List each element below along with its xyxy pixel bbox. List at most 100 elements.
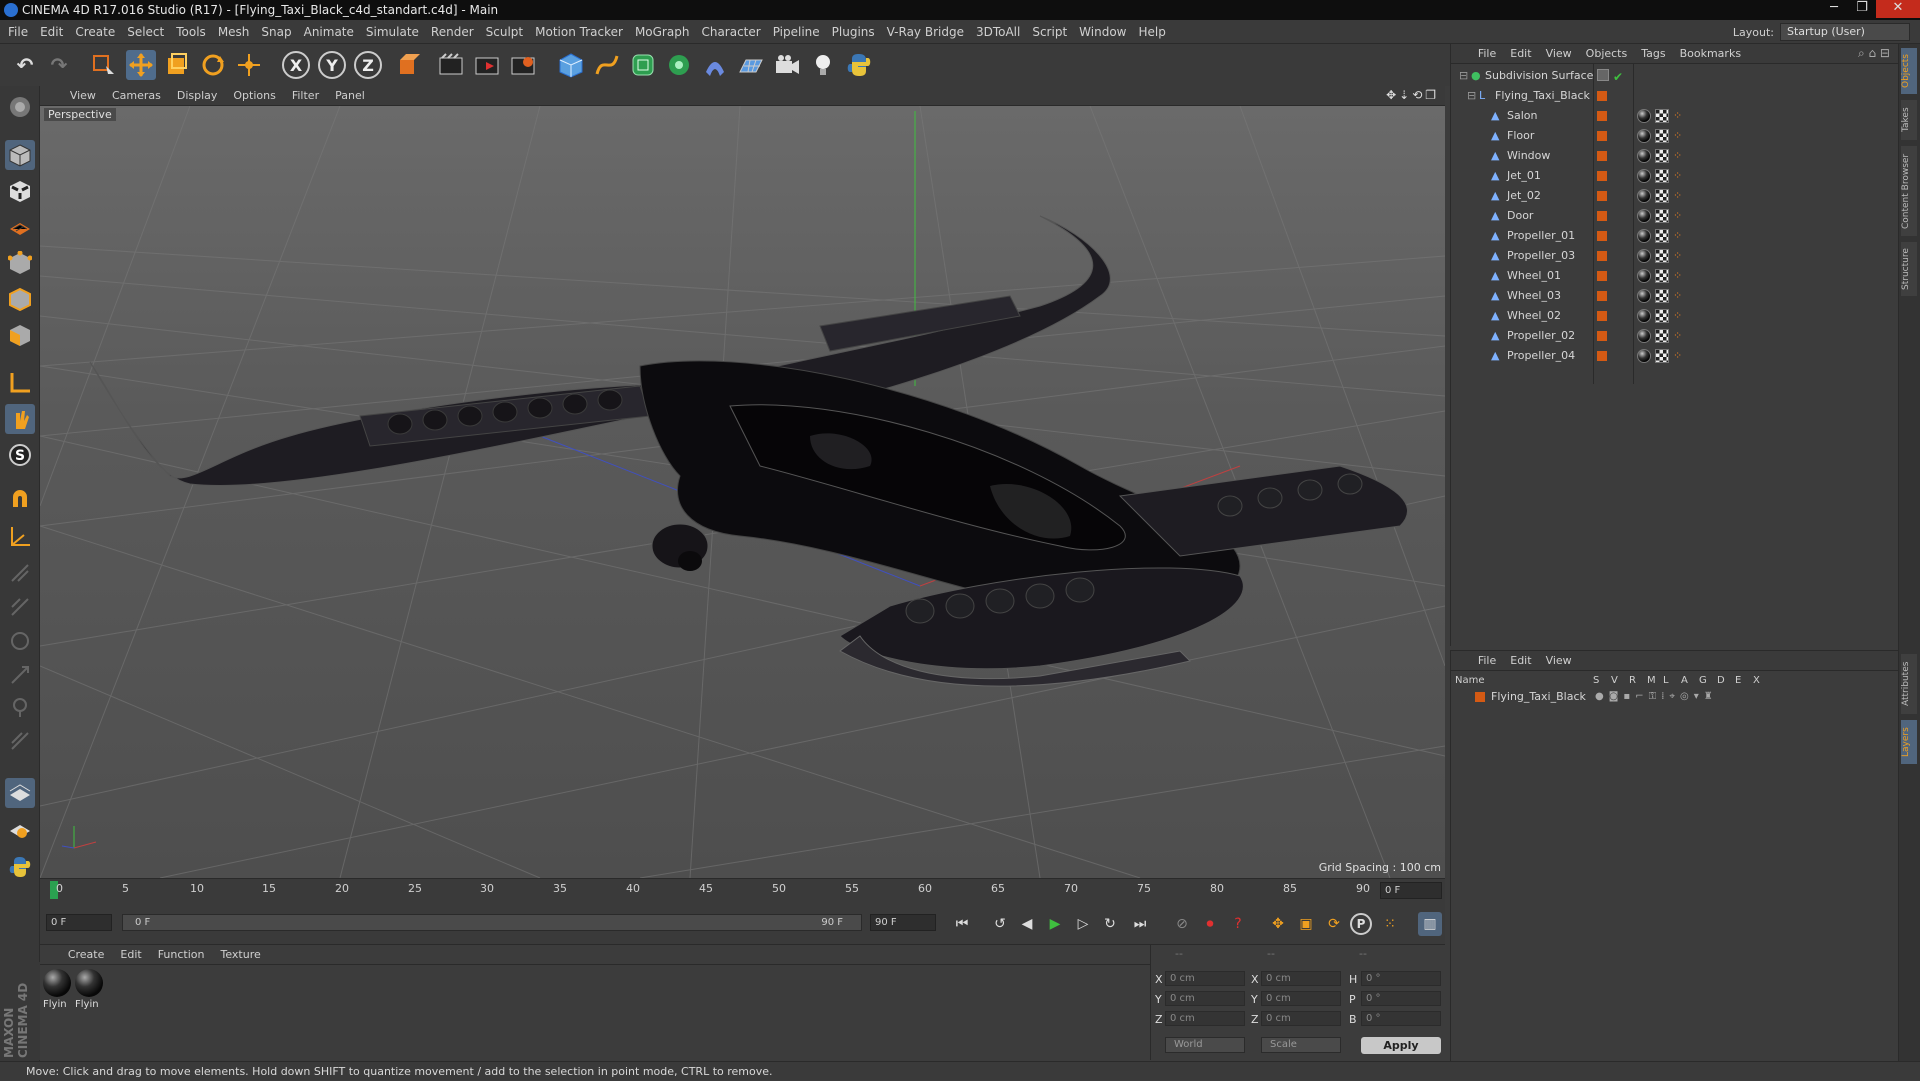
size-y-field[interactable]: 0 cm [1261, 991, 1341, 1006]
tree-row-object[interactable]: ▲ Wheel_02 ⁘ [1451, 306, 1899, 326]
material-swatch[interactable] [43, 969, 71, 997]
render-to-picture-viewer-icon[interactable] [472, 50, 502, 80]
menu-simulate[interactable]: Simulate [360, 20, 425, 44]
model-mode-icon[interactable] [5, 140, 35, 170]
viewport-menu-panel[interactable]: Panel [327, 86, 373, 106]
python-script-icon[interactable] [844, 50, 874, 80]
material-tag-icon[interactable] [1637, 309, 1651, 323]
phong-tag-icon[interactable]: ⁘ [1673, 130, 1683, 142]
phong-tag-icon[interactable]: ⁘ [1673, 350, 1683, 362]
tree-row-object[interactable]: ▲ Wheel_01 ⁘ [1451, 266, 1899, 286]
snapping-icon[interactable]: S [5, 440, 35, 470]
phong-tag-icon[interactable]: ⁘ [1673, 270, 1683, 282]
end-frame-display[interactable]: 0 F [1380, 882, 1442, 899]
layer-color-swatch[interactable] [1597, 351, 1607, 361]
rotate-workplane-icon[interactable] [5, 626, 35, 656]
column-header-expressions[interactable]: E [1735, 675, 1741, 686]
menu-mograph[interactable]: MoGraph [629, 20, 696, 44]
material-tag-icon[interactable] [1637, 189, 1651, 203]
tree-row-object[interactable]: ▲ Salon ⁘ [1451, 106, 1899, 126]
workplane-icon[interactable] [5, 522, 35, 552]
tree-row-object[interactable]: ▲ Jet_02 ⁘ [1451, 186, 1899, 206]
redo-icon[interactable]: ↷ [44, 50, 74, 80]
collapse-icon[interactable]: ⊟ [1459, 70, 1469, 81]
layer-flag-icons[interactable]: ●◙▪⌐⚿⁞⌖◎▾♜ [1595, 689, 1718, 705]
menu-render[interactable]: Render [425, 20, 480, 44]
viewport-menu-display[interactable]: Display [169, 86, 226, 106]
phong-tag-icon[interactable]: ⁘ [1673, 170, 1683, 182]
column-header-view[interactable]: V [1611, 675, 1618, 686]
lm-menu-edit[interactable]: Edit [1503, 651, 1538, 671]
tree-row-object[interactable]: ▲ Propeller_02 ⁘ [1451, 326, 1899, 346]
edges-mode-icon[interactable] [5, 284, 35, 314]
tab-structure[interactable]: Structure [1901, 242, 1917, 296]
soft-selection-icon[interactable] [5, 814, 35, 844]
om-menu-edit[interactable]: Edit [1503, 44, 1538, 64]
menu-sculpt[interactable]: Sculpt [480, 20, 529, 44]
layer-color-swatch[interactable] [1597, 151, 1607, 161]
pos-z-field[interactable]: 0 cm [1165, 1011, 1245, 1026]
move-tool-icon[interactable] [126, 50, 156, 80]
transform-tool-icon[interactable] [234, 50, 264, 80]
maximize-button[interactable]: ❐ [1848, 0, 1876, 18]
lm-menu-file[interactable]: File [1471, 651, 1503, 671]
material-tag-icon[interactable] [1637, 109, 1651, 123]
uvw-tag-icon[interactable] [1655, 129, 1669, 143]
uvw-tag-icon[interactable] [1655, 149, 1669, 163]
menu-create[interactable]: Create [69, 20, 121, 44]
tab-layers[interactable]: Layers [1901, 720, 1917, 764]
magnet-icon[interactable] [5, 486, 35, 516]
max-frame-field[interactable]: 90 F [870, 914, 936, 931]
key-scale-icon[interactable]: ▣ [1294, 912, 1318, 936]
goto-start-icon[interactable]: ⏮ [950, 912, 974, 936]
layer-color-swatch[interactable] [1597, 291, 1607, 301]
coordinate-system-icon[interactable] [392, 50, 422, 80]
menu-motion-tracker[interactable]: Motion Tracker [529, 20, 629, 44]
rot-b-field[interactable]: 0 ° [1361, 1011, 1441, 1026]
layer-color-swatch[interactable] [1597, 271, 1607, 281]
tree-row-object[interactable]: ▲ Propeller_01 ⁘ [1451, 226, 1899, 246]
layer-color-swatch[interactable] [1597, 311, 1607, 321]
menu-3dtoall[interactable]: 3DToAll [970, 20, 1026, 44]
pos-x-field[interactable]: 0 cm [1165, 971, 1245, 986]
spline-pen-icon[interactable] [592, 50, 622, 80]
tab-takes[interactable]: Takes [1901, 100, 1917, 140]
column-header-animation[interactable]: A [1681, 675, 1688, 686]
make-editable-icon[interactable] [5, 92, 35, 122]
close-button[interactable]: ✕ [1876, 0, 1920, 18]
key-parameter-icon[interactable]: P [1350, 913, 1372, 935]
menu-edit[interactable]: Edit [34, 20, 69, 44]
material-tag-icon[interactable] [1637, 129, 1651, 143]
render-settings-icon[interactable] [508, 50, 538, 80]
uvw-tag-icon[interactable] [1655, 349, 1669, 363]
phong-tag-icon[interactable]: ⁘ [1673, 110, 1683, 122]
minimize-button[interactable]: ─ [1820, 0, 1848, 18]
phong-tag-icon[interactable]: ⁘ [1673, 330, 1683, 342]
light-icon[interactable] [808, 50, 838, 80]
uvw-tag-icon[interactable] [1655, 269, 1669, 283]
size-z-field[interactable]: 0 cm [1261, 1011, 1341, 1026]
menu-snap[interactable]: Snap [255, 20, 297, 44]
phong-tag-icon[interactable]: ⁘ [1673, 230, 1683, 242]
om-search-icon[interactable]: ⌕ ⌂ ⊟ [1858, 46, 1890, 61]
viewport-menu-view[interactable]: View [62, 86, 104, 106]
deformer-icon[interactable] [700, 50, 730, 80]
locked-workplane-icon[interactable] [5, 558, 35, 588]
viewport-menu-filter[interactable]: Filter [284, 86, 327, 106]
column-header-name[interactable]: Name [1455, 675, 1485, 686]
python-icon[interactable] [5, 852, 35, 882]
cloner-icon[interactable] [664, 50, 694, 80]
material-menu-texture[interactable]: Texture [213, 945, 269, 965]
texture-mode-icon[interactable] [5, 176, 35, 206]
autokey-icon[interactable]: ⏺ [1198, 912, 1222, 936]
material-tag-icon[interactable] [1637, 209, 1651, 223]
menu-animate[interactable]: Animate [298, 20, 360, 44]
transform-type-dropdown[interactable]: Scale [1261, 1037, 1341, 1053]
tree-row-object[interactable]: ▲ Window ⁘ [1451, 146, 1899, 166]
layer-color-swatch[interactable] [1597, 251, 1607, 261]
column-header-locked[interactable]: L [1663, 675, 1669, 686]
uvw-tag-icon[interactable] [1655, 169, 1669, 183]
rotate-tool-icon[interactable] [198, 50, 228, 80]
timeline-ruler[interactable]: 0 5 10 15 20 25 30 35 40 45 50 55 60 65 … [40, 878, 1445, 902]
cube-primitive-icon[interactable] [556, 50, 586, 80]
